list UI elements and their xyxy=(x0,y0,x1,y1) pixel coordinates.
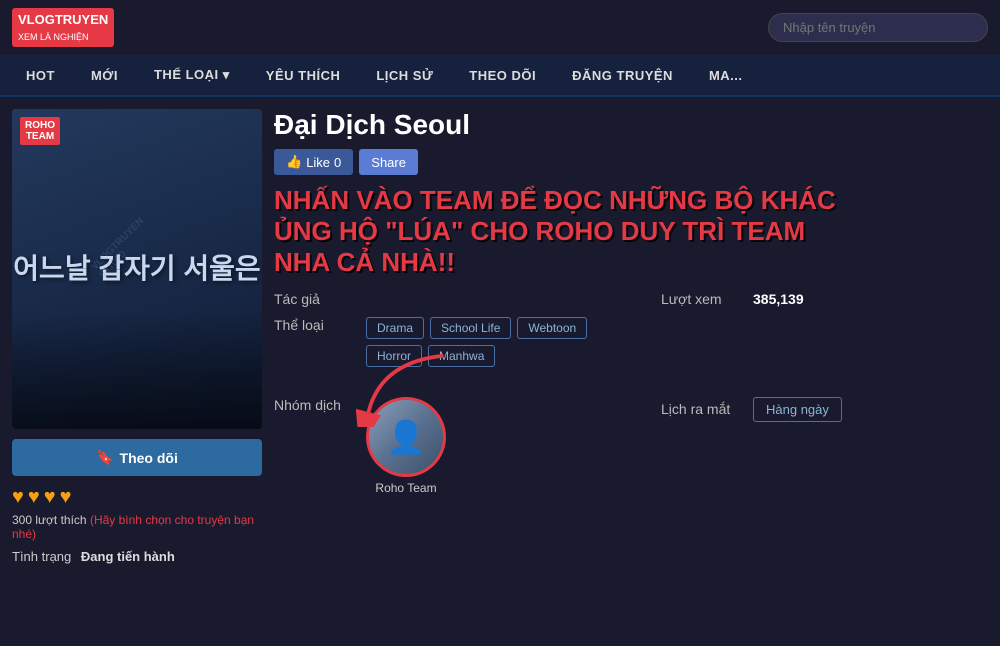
votes-text: 300 lượt thích (Hãy bình chọn cho truyện… xyxy=(12,513,262,541)
nav-item-hot[interactable]: HOT xyxy=(8,55,73,95)
promo-text: NHẤN VÀO TEAM ĐỂ ĐỌC NHỮNG BỘ KHÁC ỦNG H… xyxy=(274,185,854,279)
manga-title: Đại Dịch Seoul xyxy=(274,109,470,141)
heart-3[interactable]: ♥ xyxy=(44,486,56,509)
bookmark-icon: 🔖 xyxy=(96,449,113,466)
translator-label: Nhóm dịch xyxy=(274,397,354,413)
arrow-icon xyxy=(356,347,456,427)
translator-left: Nhóm dịch 👤 xyxy=(274,397,601,495)
release-value: Hàng ngày xyxy=(753,397,842,422)
genre-tag-drama[interactable]: Drama xyxy=(366,317,424,339)
genre-label: Thể loại xyxy=(274,317,354,333)
genre-tag-webtoon[interactable]: Webtoon xyxy=(517,317,587,339)
title-row: Đại Dịch Seoul xyxy=(274,109,988,141)
nav-item-moi[interactable]: MỚI xyxy=(73,55,136,95)
views-label: Lượt xem xyxy=(661,291,741,307)
views-value: 385,139 xyxy=(753,291,804,307)
author-label: Tác giả xyxy=(274,291,354,307)
translator-right: Lịch ra mắt Hàng ngày xyxy=(661,397,988,422)
header: VLOGTRUYEN XEM LÀ NGHIỆN xyxy=(0,0,1000,55)
cover-korean-text: 어느날 갑자기 서울은 xyxy=(13,252,260,286)
like-button[interactable]: 👍 Like 0 xyxy=(274,149,353,175)
heart-2[interactable]: ♥ xyxy=(28,486,40,509)
heart-1[interactable]: ♥ xyxy=(12,486,24,509)
search-input[interactable] xyxy=(768,13,988,42)
main-content: ROHO TEAM 어느날 갑자기 서울은 VLOGTRUYEN941090 🔖… xyxy=(0,97,1000,646)
right-panel: Đại Dịch Seoul 👍 Like 0 Share NHẤN VÀO T… xyxy=(274,109,988,634)
roho-badge: ROHO TEAM xyxy=(20,117,60,145)
left-panel: ROHO TEAM 어느날 갑자기 서울은 VLOGTRUYEN941090 🔖… xyxy=(12,109,262,634)
release-label: Lịch ra mắt xyxy=(661,401,741,417)
nav-item-theo-doi[interactable]: THEO DÕI xyxy=(451,55,554,95)
nav-item-the-loai[interactable]: THỂ LOẠI ▾ xyxy=(136,55,248,95)
logo-box: VLOGTRUYEN XEM LÀ NGHIỆN xyxy=(12,8,114,47)
logo[interactable]: VLOGTRUYEN XEM LÀ NGHIỆN xyxy=(12,8,114,47)
nav-item-dang-truyen[interactable]: ĐĂNG TRUYỆN xyxy=(554,55,691,95)
cover-image: ROHO TEAM 어느날 갑자기 서울은 VLOGTRUYEN941090 xyxy=(12,109,262,429)
author-row: Tác giả xyxy=(274,291,601,307)
follow-button[interactable]: 🔖 Theo dõi xyxy=(12,439,262,476)
thumbs-up-icon: 👍 xyxy=(286,154,302,170)
nav-item-lich-su[interactable]: LỊCH SỬ xyxy=(358,55,451,95)
heart-4[interactable]: ♥ xyxy=(60,486,72,509)
status-row: Tình trạng Đang tiến hành xyxy=(12,549,262,564)
nav-item-ma[interactable]: MA... xyxy=(691,55,761,95)
share-button[interactable]: Share xyxy=(359,149,418,175)
views-row: Lượt xem 385,139 xyxy=(661,291,988,307)
genre-tag-school[interactable]: School Life xyxy=(430,317,511,339)
status-value: Đang tiến hành xyxy=(81,549,175,564)
action-buttons: 👍 Like 0 Share xyxy=(274,149,988,175)
team-avatar-wrapper: 👤 Roho Team xyxy=(366,397,446,495)
rating-section: ♥ ♥ ♥ ♥ xyxy=(12,486,262,509)
navigation: HOT MỚI THỂ LOẠI ▾ YÊU THÍCH LỊCH SỬ THE… xyxy=(0,55,1000,97)
info-right: Lượt xem 385,139 xyxy=(661,291,988,377)
translator-section: Nhóm dịch 👤 xyxy=(274,397,988,495)
nav-item-yeu-thich[interactable]: YÊU THÍCH xyxy=(248,55,359,95)
team-name: Roho Team xyxy=(375,481,436,495)
